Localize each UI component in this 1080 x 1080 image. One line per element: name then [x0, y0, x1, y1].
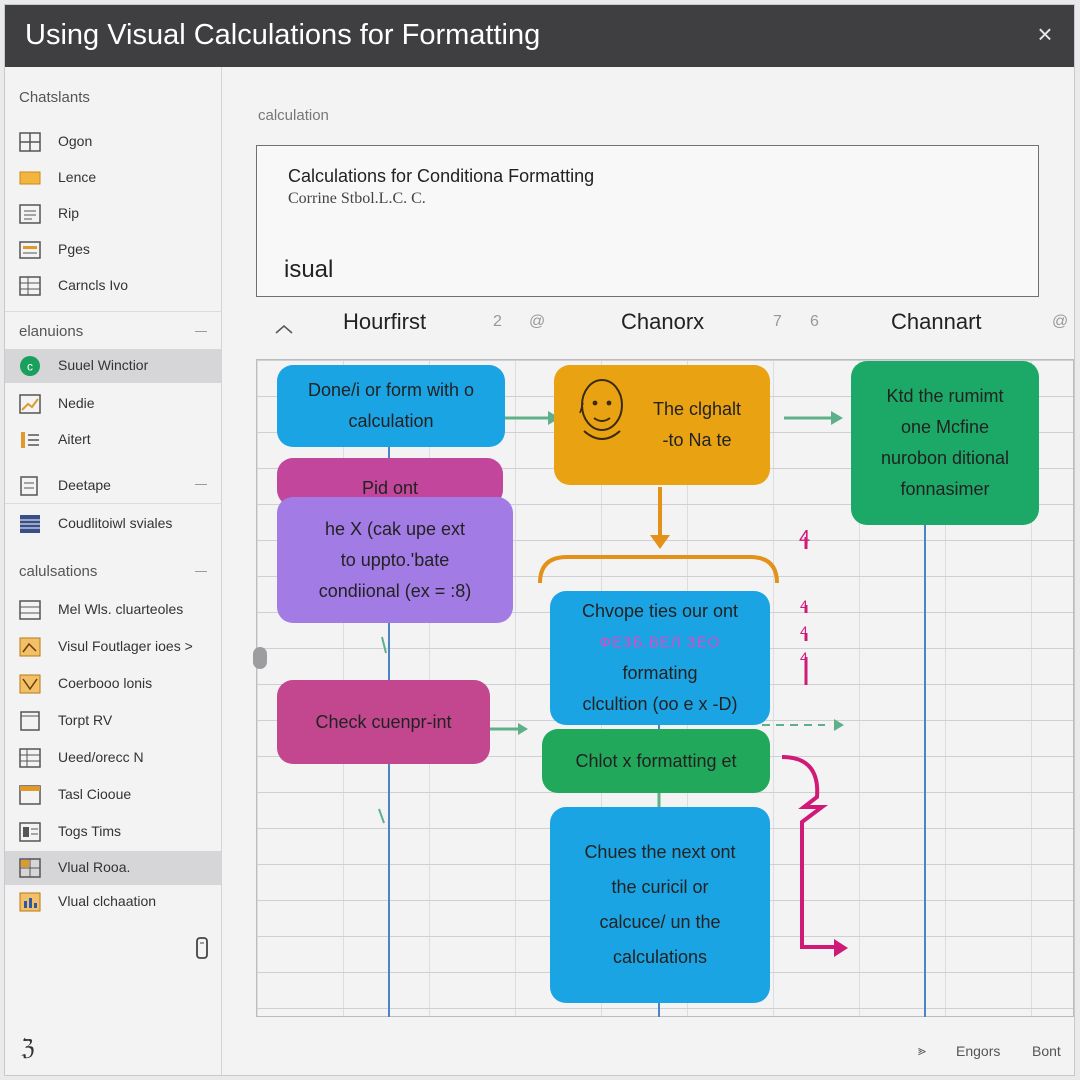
chovope-box[interactable]: Chvope ties our ont ФЕЗБ.ВЕЛ ЗЕО formati…	[550, 591, 770, 725]
main-content: calculation Calculations for Conditiona …	[222, 67, 1074, 1075]
margin-mark: 4	[800, 597, 808, 613]
sidebar-item-tasl-ciooue[interactable]: Tasl Ciooue	[5, 778, 221, 812]
sidebar-item-visul-foutlager[interactable]: Visul Foutlager ioes >	[5, 630, 221, 664]
list-icon	[19, 204, 41, 224]
sidebar-section-chatslants: Chatslants	[19, 89, 90, 106]
mcfine-box[interactable]: Ktd the rumimt one Mcfine nurobon ditional…	[851, 361, 1039, 525]
chues-next-box[interactable]: Chues the next ont the curicil or calcuce/…	[550, 807, 770, 1003]
folder-icon	[19, 168, 41, 188]
table-icon	[19, 276, 41, 296]
margin-mark: 4	[800, 649, 808, 665]
margin-mark: 4	[799, 527, 811, 549]
chart-icon	[19, 394, 41, 414]
document-icon	[19, 476, 41, 496]
sidebar-section-calulsations: calulsations	[19, 563, 98, 580]
sidebar-item-nedie[interactable]: Nedie	[5, 387, 221, 421]
sidebar-item-vlual-clchaation[interactable]: Vlual clchaation	[5, 885, 221, 919]
sidebar: Chatslants Ogon Lence Rip Pges Carncls I…	[5, 67, 222, 1075]
done-for-form-box[interactable]: Done/i or form with o calculation	[277, 365, 505, 447]
app-window: Using Visual Calculations for Formatting…	[4, 4, 1075, 1076]
check-queenprint-box[interactable]: Check cuenpr-int	[277, 680, 490, 764]
footer-link-bont[interactable]: Bont	[1032, 1043, 1061, 1059]
sidebar-item-aitert[interactable]: Aitert	[5, 423, 221, 457]
sidebar-divider	[5, 503, 221, 504]
close-icon[interactable]: ×	[1030, 19, 1060, 49]
sidebar-item-ogon[interactable]: Ogon	[5, 125, 221, 159]
sidebar-item-rip[interactable]: Rip	[5, 197, 221, 231]
title-bar: Using Visual Calculations for Formatting…	[5, 5, 1074, 67]
collapse-dash-icon[interactable]	[195, 484, 207, 485]
sidebar-item-suuel-winctior[interactable]: c Suuel Winctior	[5, 349, 221, 383]
footer-link-engors[interactable]: Engors	[956, 1043, 1000, 1059]
sidebar-item-lence[interactable]: Lence	[5, 161, 221, 195]
sidebar-item-torpt-rv[interactable]: Torpt RV	[5, 704, 221, 738]
margin-mark: 4	[800, 623, 808, 639]
pages-icon	[19, 240, 41, 260]
person-icon	[574, 373, 632, 462]
phone-icon[interactable]	[195, 937, 209, 964]
footer-mark: ℨ	[21, 1035, 35, 1060]
upper-conditional-box[interactable]: he X (cak upe ext to uppto.'bate condiiona…	[277, 497, 513, 623]
table-icon	[19, 600, 41, 620]
footer-arrow-icon: ⪢	[918, 1042, 926, 1058]
sidebar-item-ueed-orecc[interactable]: Ueed/orecc N	[5, 741, 221, 775]
sidebar-item-vlual-rooa[interactable]: Vlual Rooa.	[5, 851, 221, 885]
check-formatting-box[interactable]: Chlot x formatting et	[542, 729, 770, 793]
window-title: Using Visual Calculations for Formatting	[25, 19, 541, 51]
sidebar-item-coerbooo-lonis[interactable]: Coerbooo lonis	[5, 667, 221, 701]
orange-chart-icon	[19, 674, 41, 694]
stripes-icon	[19, 514, 41, 534]
sidebar-section-elanuions: elanuions	[19, 323, 84, 340]
sidebar-item-togs-tims[interactable]: Togs Tims	[5, 815, 221, 849]
orange-chart-icon	[19, 637, 41, 657]
orange-chart-icon	[19, 892, 41, 912]
sidebar-item-coudlitoiwl-sviales[interactable]: Coudlitoiwl sviales	[5, 507, 221, 541]
collapse-dash-icon[interactable]	[195, 331, 207, 332]
grid-icon	[19, 858, 41, 878]
circle-c-icon: c	[19, 356, 41, 376]
sidebar-item-pges[interactable]: Pges	[5, 233, 221, 267]
grid-icon	[19, 132, 41, 152]
table-icon	[19, 748, 41, 768]
window-icon	[19, 785, 41, 805]
sidebar-item-deetape[interactable]: Deetape	[5, 469, 221, 503]
sidebar-item-mel-wls[interactable]: Mel Wls. cluarteoles	[5, 593, 221, 627]
svg-text:c: c	[27, 360, 33, 374]
sidebar-item-carncls-ivo[interactable]: Carncls Ivo	[5, 269, 221, 303]
frame-icon	[19, 711, 41, 731]
list-bars-icon	[19, 430, 41, 450]
collapse-dash-icon[interactable]	[195, 571, 207, 572]
layout-icon	[19, 822, 41, 842]
sidebar-divider	[5, 311, 221, 312]
